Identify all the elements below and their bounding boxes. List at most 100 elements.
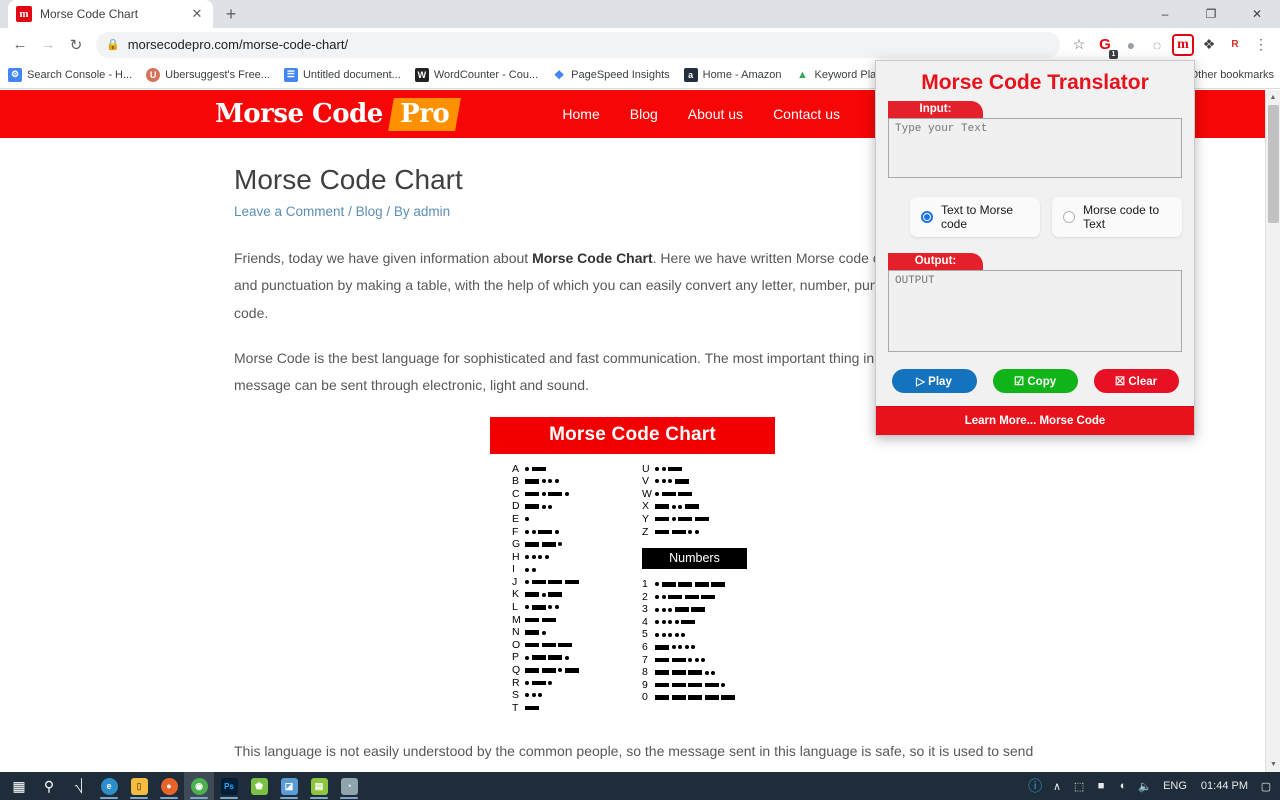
battery-icon[interactable]: ■: [1091, 772, 1111, 800]
bookmark-item[interactable]: ☰ Untitled document...: [283, 67, 401, 82]
other-bookmarks-button[interactable]: Other bookmarks: [1183, 68, 1274, 81]
chart-title: Morse Code Chart: [490, 417, 775, 455]
minimize-button[interactable]: –: [1142, 0, 1188, 28]
pagespeed-icon: ❖: [552, 67, 567, 82]
morse-dash: [655, 695, 669, 700]
tab-close-icon[interactable]: ✕: [189, 6, 205, 22]
help-icon[interactable]: ⓘ: [1025, 772, 1045, 800]
morse-row: 7: [642, 654, 772, 667]
bookmark-label: Untitled document...: [302, 68, 401, 81]
radio-morse-to-text[interactable]: Morse code to Text: [1052, 197, 1182, 237]
chrome-menu-icon[interactable]: ⋮: [1248, 32, 1274, 58]
morse-code-extension-icon[interactable]: m: [1172, 33, 1194, 56]
morse-char: 2: [642, 590, 648, 603]
nav-item-contact-us[interactable]: Contact us: [773, 106, 840, 122]
forward-icon[interactable]: →: [34, 31, 62, 59]
maximize-button[interactable]: ❐: [1188, 0, 1234, 28]
bookmark-item[interactable]: ❖ PageSpeed Insights: [552, 67, 670, 82]
extension-badge-count: 1: [1109, 49, 1118, 59]
morse-code-symbols: [525, 517, 529, 522]
morse-dot: [678, 645, 682, 650]
droplet-extension-icon[interactable]: ●: [1118, 32, 1144, 58]
morse-dot: [655, 582, 659, 587]
file-explorer-icon[interactable]: ▯: [124, 772, 154, 800]
show-hidden-icons-chevron-icon[interactable]: ∧: [1047, 772, 1067, 800]
clear-button[interactable]: ☒ Clear: [1093, 369, 1179, 393]
morse-code-symbols: [655, 491, 692, 497]
paint-app-icon[interactable]: ◔: [334, 772, 364, 800]
author-link[interactable]: By admin: [394, 204, 450, 219]
bookmark-item[interactable]: W WordCounter - Cou...: [414, 67, 538, 82]
morse-dot: [668, 632, 672, 637]
firefox-icon[interactable]: ●: [154, 772, 184, 800]
notes-app-icon[interactable]: ▤: [304, 772, 334, 800]
bookmark-item[interactable]: U Ubersuggest's Free...: [146, 67, 270, 82]
meta-separator-2: /: [382, 204, 394, 219]
play-button[interactable]: ▷ Play: [891, 369, 977, 393]
page-scrollbar[interactable]: ▲ ▼: [1265, 90, 1280, 772]
morse-char: J: [512, 575, 518, 588]
notifications-icon[interactable]: ▢: [1256, 772, 1276, 800]
scrollbar-thumb[interactable]: [1268, 105, 1279, 223]
morse-row: I: [512, 563, 642, 576]
language-indicator[interactable]: ENG: [1157, 780, 1193, 792]
nav-item-blog[interactable]: Blog: [630, 106, 658, 122]
scroll-up-arrow-icon[interactable]: ▲: [1266, 90, 1280, 105]
radio-text-to-morse-label: Text to Morse code: [941, 203, 1014, 231]
window-controls: – ❐ ✕: [1142, 0, 1280, 28]
shield-app-icon[interactable]: ⬟: [244, 772, 274, 800]
search-icon[interactable]: ⚲: [34, 772, 64, 800]
tab-favicon-icon: m: [16, 6, 32, 22]
task-view-icon[interactable]: ⎷: [64, 772, 94, 800]
edge-icon[interactable]: e: [94, 772, 124, 800]
clock[interactable]: 01:44 PM: [1195, 780, 1254, 792]
address-bar[interactable]: 🔒 morsecodepro.com/morse-code-chart/: [96, 31, 1060, 58]
nav-item-home[interactable]: Home: [562, 106, 599, 122]
back-icon[interactable]: ←: [6, 31, 34, 59]
morse-char: O: [512, 638, 521, 651]
paragraph-3: This language is not easily understood b…: [234, 743, 1034, 772]
rav-extension-icon[interactable]: R: [1222, 32, 1248, 58]
input-textarea[interactable]: [888, 118, 1182, 178]
close-window-button[interactable]: ✕: [1234, 0, 1280, 28]
morse-char: Y: [642, 512, 650, 525]
wifi-icon[interactable]: ◐: [1113, 772, 1133, 800]
morse-dash: [681, 619, 695, 625]
morse-dot: [668, 479, 672, 484]
radio-text-to-morse[interactable]: Text to Morse code: [910, 197, 1041, 237]
site-logo[interactable]: Morse Code Pro: [215, 97, 461, 131]
morse-row: F: [512, 525, 642, 538]
ubersuggest-icon: U: [146, 67, 161, 82]
morse-dot: [661, 466, 666, 471]
blue-app-icon[interactable]: ◪: [274, 772, 304, 800]
avatar-extension-icon[interactable]: ◌: [1144, 32, 1170, 58]
nav-item-about-us[interactable]: About us: [688, 106, 743, 122]
bookmark-star-icon[interactable]: ☆: [1066, 32, 1092, 58]
scroll-down-arrow-icon[interactable]: ▼: [1266, 757, 1280, 772]
start-button[interactable]: ▦: [4, 772, 34, 800]
morse-dot: [525, 580, 529, 585]
morse-row: 5: [642, 628, 772, 641]
copy-button[interactable]: ☑ Copy: [992, 369, 1078, 393]
morse-code-symbols: [655, 632, 685, 637]
volume-icon[interactable]: 🔈: [1135, 772, 1155, 800]
learn-more-button[interactable]: Learn More... Morse Code: [876, 406, 1194, 435]
bookmark-item[interactable]: ⚙ Search Console - H...: [8, 67, 133, 82]
device-icon[interactable]: ⬚: [1069, 772, 1089, 800]
morse-row: M: [512, 614, 642, 627]
photoshop-icon[interactable]: Ps: [214, 772, 244, 800]
extensions-puzzle-icon[interactable]: ❖: [1196, 32, 1222, 58]
amazon-icon: a: [683, 67, 698, 82]
grammarly-extension-icon[interactable]: G1: [1092, 32, 1118, 59]
browser-tab[interactable]: m Morse Code Chart ✕: [8, 0, 213, 28]
morse-dash: [531, 579, 546, 585]
category-link[interactable]: Blog: [356, 204, 383, 219]
morse-row: B: [512, 475, 642, 488]
bookmark-label: Search Console - H...: [27, 68, 133, 81]
output-textarea[interactable]: [888, 270, 1182, 352]
reload-icon[interactable]: ↻: [62, 31, 90, 59]
bookmark-item[interactable]: a Home - Amazon: [683, 67, 782, 82]
new-tab-button[interactable]: +: [217, 0, 245, 28]
leave-a-comment-link[interactable]: Leave a Comment: [234, 204, 344, 219]
chrome-icon[interactable]: ◉: [184, 772, 214, 800]
